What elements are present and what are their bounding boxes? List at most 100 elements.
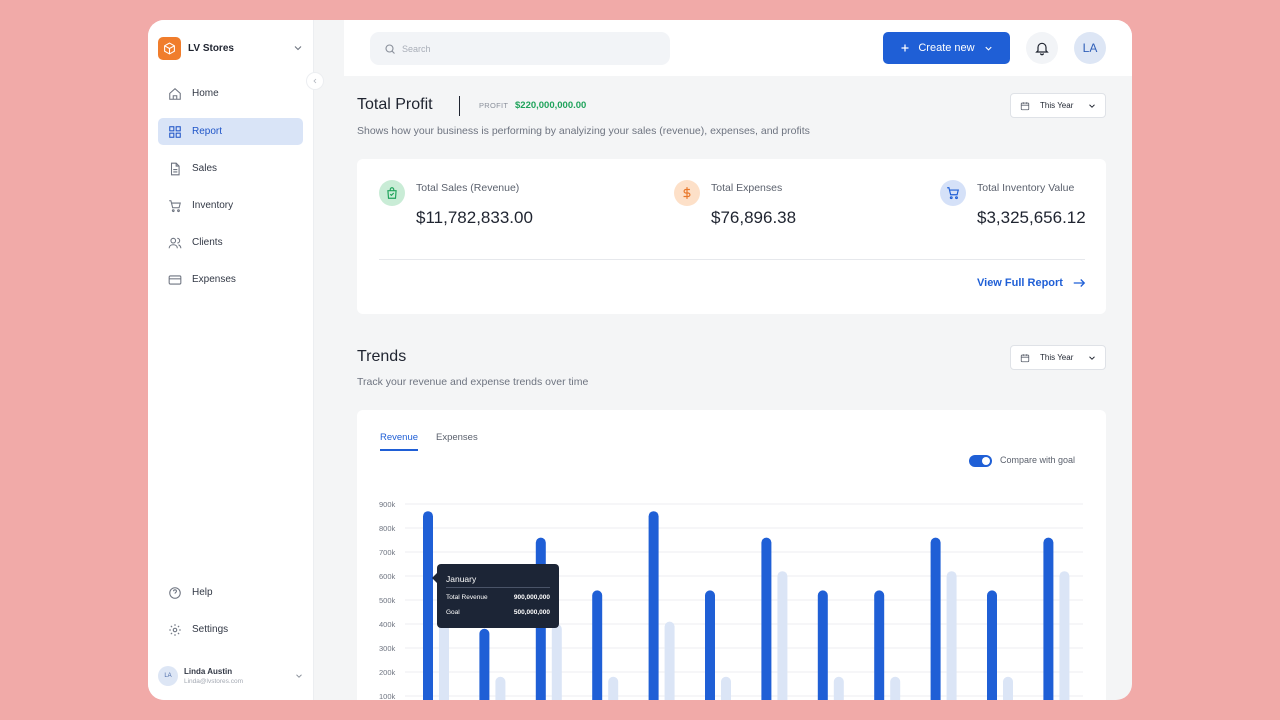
y-tick-label: 900k: [379, 500, 396, 509]
chevron-left-icon: [313, 78, 317, 84]
y-tick-label: 800k: [379, 524, 396, 533]
calendar-icon: [1020, 101, 1030, 110]
bell-icon: [1035, 42, 1049, 56]
goal-bar: [1003, 676, 1013, 700]
goal-bar: [890, 676, 901, 700]
create-new-label: Create new: [918, 42, 975, 54]
sidebar-item-home[interactable]: Home: [158, 80, 303, 107]
sidebar-item-report[interactable]: Report: [158, 118, 303, 145]
search-icon: [385, 43, 395, 54]
chevron-down-icon: [296, 674, 302, 678]
box-logo-icon: [158, 36, 181, 60]
revenue-bar[interactable]: [1043, 537, 1054, 700]
search-input[interactable]: [402, 43, 652, 54]
view-report-label: View Full Report: [977, 277, 1063, 289]
calendar-icon: [1020, 353, 1030, 362]
kpi-value: $76,896.38: [711, 208, 797, 227]
goal-bar: [833, 676, 844, 700]
goal-bar: [1059, 571, 1070, 700]
view-full-report-link[interactable]: View Full Report: [977, 276, 1087, 290]
create-new-button[interactable]: Create new: [883, 32, 1010, 64]
sidebar-item-label: Expenses: [192, 274, 236, 285]
workspace-switcher[interactable]: LV Stores: [158, 36, 304, 60]
tooltip-row-value: 900,000,000: [513, 594, 550, 601]
app-window: LV Stores Home Report Sales Inventory Cl…: [148, 20, 1132, 700]
tooltip-row-label: Goal: [446, 609, 460, 616]
goal-bar: [495, 676, 506, 700]
profit-description: Shows how your business is performing by…: [357, 125, 810, 137]
revenue-bar[interactable]: [874, 590, 885, 700]
workspace-name: LV Stores: [188, 42, 234, 54]
trends-title: Trends: [357, 348, 407, 365]
avatar[interactable]: LA: [1074, 32, 1106, 64]
y-tick-label: 500k: [379, 596, 396, 605]
trends-description: Track your revenue and expense trends ov…: [357, 376, 589, 388]
y-tick-label: 100k: [379, 692, 396, 700]
revenue-bar[interactable]: [592, 590, 603, 700]
y-tick-label: 200k: [379, 668, 396, 677]
user-name: Linda Austin: [184, 667, 233, 676]
top-bar: Create new LA: [344, 20, 1132, 76]
credit-card-icon: [168, 273, 182, 287]
chevron-down-icon: [984, 46, 992, 51]
sidebar-item-inventory[interactable]: Inventory: [158, 192, 303, 219]
revenue-bar[interactable]: [648, 511, 659, 700]
revenue-bar[interactable]: [987, 590, 997, 700]
revenue-bar[interactable]: [705, 590, 715, 700]
revenue-bar-chart: 900k 800k 700k 600k 500k 400k 300k 200k 100k: [379, 500, 1083, 700]
sidebar-item-settings[interactable]: Settings: [158, 616, 303, 643]
sidebar-item-label: Inventory: [192, 200, 234, 211]
kpi-value: $11,782,833.00: [416, 208, 533, 227]
tooltip-title: January: [446, 574, 477, 584]
revenue-bar[interactable]: [423, 511, 433, 700]
y-tick-label: 300k: [379, 644, 396, 653]
sidebar-item-clients[interactable]: Clients: [158, 229, 303, 256]
sidebar-item-label: Help: [192, 587, 213, 598]
summary-card: Total Sales (Revenue) $11,782,833.00 Tot…: [357, 159, 1106, 314]
sidebar-item-label: Clients: [192, 237, 223, 248]
gear-icon: [168, 623, 182, 637]
revenue-bar[interactable]: [479, 628, 490, 700]
sidebar-collapse-button[interactable]: [306, 72, 324, 90]
plus-icon: [901, 44, 909, 52]
kpi-label: Total Inventory Value: [977, 182, 1075, 194]
kpi-label: Total Sales (Revenue): [416, 182, 520, 194]
revenue-bar[interactable]: [930, 537, 941, 700]
tooltip-row: Goal 500,000,000: [446, 609, 550, 616]
period-label: This Year: [1040, 101, 1074, 110]
revenue-bar[interactable]: [817, 590, 828, 700]
tooltip-row: Total Revenue 900,000,000: [446, 594, 550, 601]
divider: [459, 96, 460, 116]
sidebar-item-expenses[interactable]: Expenses: [158, 266, 303, 293]
grid-icon: [168, 125, 182, 139]
period-label: This Year: [1040, 353, 1074, 362]
profit-period-select[interactable]: This Year: [1010, 93, 1106, 118]
search-box[interactable]: [370, 32, 670, 65]
arrow-right-icon: [1073, 279, 1086, 287]
user-menu[interactable]: LA Linda Austin Linda@lvstores.com: [158, 664, 304, 688]
revenue-bar[interactable]: [761, 537, 772, 700]
kpi-label: Total Expenses: [711, 182, 783, 194]
trends-period-select[interactable]: This Year: [1010, 345, 1106, 370]
sidebar-item-label: Home: [192, 88, 219, 99]
sidebar-item-label: Sales: [192, 163, 218, 174]
cart-icon: [168, 199, 182, 213]
goal-bar: [551, 624, 562, 700]
y-tick-label: 400k: [379, 620, 396, 629]
sidebar-item-label: Report: [192, 126, 223, 137]
goal-bar: [608, 676, 619, 700]
divider: [446, 587, 550, 588]
notifications-button[interactable]: [1026, 32, 1058, 64]
goal-bar: [777, 571, 788, 700]
kpi-value: $3,325,656.12: [977, 208, 1086, 227]
chevron-down-icon: [1089, 355, 1095, 360]
user-email: Linda@lvstores.com: [184, 678, 243, 685]
sidebar-item-help[interactable]: Help: [158, 579, 303, 606]
sidebar-item-sales[interactable]: Sales: [158, 155, 303, 182]
home-icon: [168, 87, 182, 101]
shopping-bag-icon: [379, 180, 405, 206]
divider: [379, 259, 1085, 260]
help-circle-icon: [168, 586, 182, 600]
dollar-icon: [674, 180, 700, 206]
avatar: LA: [158, 666, 178, 686]
